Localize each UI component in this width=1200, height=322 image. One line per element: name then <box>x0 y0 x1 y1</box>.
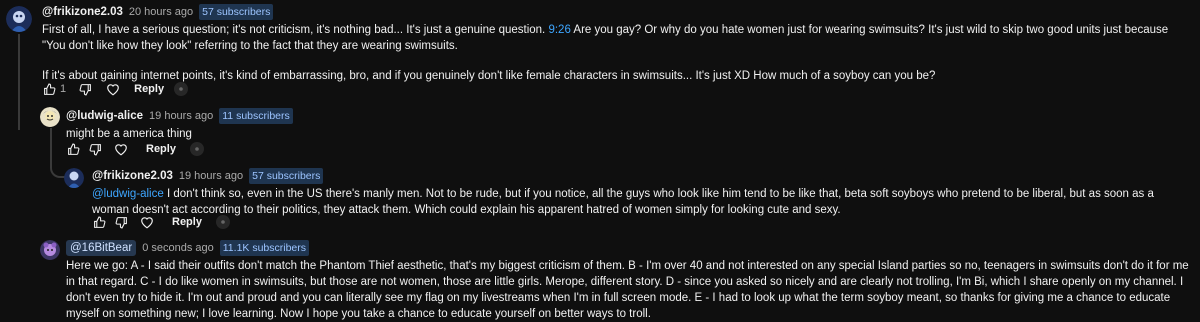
dislike-button[interactable] <box>74 79 96 99</box>
dislike-button[interactable] <box>110 212 132 232</box>
comment-time[interactable]: 19 hours ago <box>179 168 243 184</box>
heart-button[interactable] <box>136 212 158 232</box>
heart-icon <box>141 216 153 228</box>
heart-icon <box>107 83 119 95</box>
comment-text: First of all, I have a serious question;… <box>42 24 1169 82</box>
comment-author[interactable]: @frikizone2.03 <box>42 4 123 20</box>
comment-time[interactable]: 19 hours ago <box>149 108 213 124</box>
thumbs-down-icon <box>79 83 91 95</box>
timestamp-link[interactable]: 9:26 <box>548 24 570 36</box>
like-count: 1 <box>60 83 67 95</box>
subscriber-badge: 11.1K subscribers <box>219 240 310 256</box>
comment-author[interactable]: @frikizone2.03 <box>92 168 173 184</box>
comment-text: @ludwig-alice I don't think so, even in … <box>92 188 1154 216</box>
subscriber-badge: 57 subscribers <box>249 168 324 184</box>
reply-button[interactable]: Reply <box>146 141 176 157</box>
comment-author[interactable]: @ludwig-alice <box>66 108 143 124</box>
thumbs-down-icon <box>89 143 101 155</box>
heart-button[interactable] <box>110 139 132 159</box>
comment-author[interactable]: @16BitBear <box>66 240 137 256</box>
subscriber-badge: 57 subscribers <box>199 4 274 20</box>
reply-button[interactable]: Reply <box>134 81 164 97</box>
thumbs-up-icon <box>43 83 55 95</box>
comment-text: Here we go: A - I said their outfits don… <box>66 260 1189 320</box>
like-button[interactable] <box>38 79 60 99</box>
creator-heart-icon <box>189 142 204 156</box>
thumbs-down-icon <box>115 216 127 228</box>
comment-3: @frikizone2.03 19 hours ago 57 subscribe… <box>0 164 1200 232</box>
dislike-button[interactable] <box>84 139 106 159</box>
creator-heart-icon <box>174 82 189 96</box>
reply-button[interactable]: Reply <box>172 214 202 230</box>
heart-button[interactable] <box>102 79 124 99</box>
avatar[interactable] <box>6 6 32 32</box>
comment-time[interactable]: 20 hours ago <box>129 4 193 20</box>
thumbs-up-icon <box>67 143 79 155</box>
comment-time[interactable]: 0 seconds ago <box>142 240 214 256</box>
comment-2: @ludwig-alice 19 hours ago 11 subscriber… <box>0 104 1200 160</box>
comment-1: @frikizone2.03 20 hours ago 57 subscribe… <box>0 0 1200 100</box>
thumbs-up-icon <box>93 216 105 228</box>
like-button[interactable] <box>88 212 110 232</box>
avatar[interactable] <box>40 240 60 260</box>
subscriber-badge: 11 subscribers <box>219 108 293 124</box>
heart-icon <box>115 143 127 155</box>
mention-link[interactable]: @ludwig-alice <box>92 188 164 200</box>
comment-4: @16BitBear 0 seconds ago 11.1K subscribe… <box>0 236 1200 320</box>
creator-heart-icon <box>215 215 230 229</box>
avatar[interactable] <box>64 168 84 188</box>
avatar[interactable] <box>40 107 60 127</box>
